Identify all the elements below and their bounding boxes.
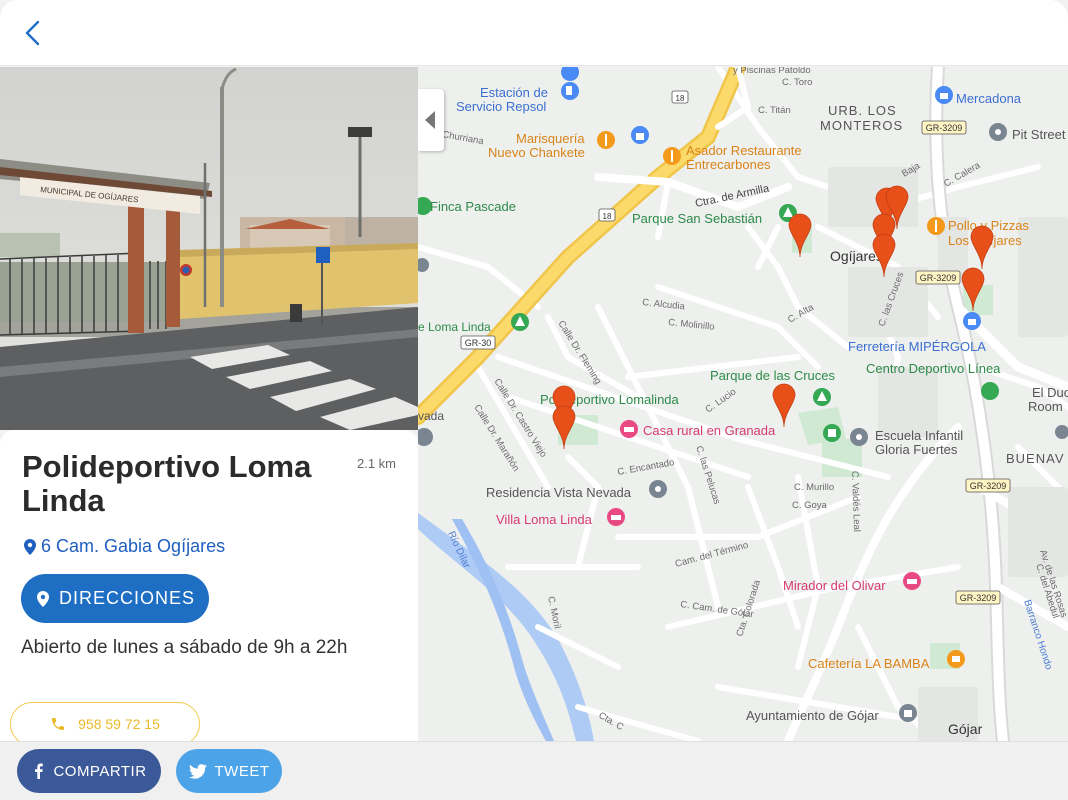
- hotel-poi-icon[interactable]: [620, 420, 638, 438]
- restaurant-poi-icon[interactable]: [927, 217, 945, 235]
- distance-label: 2.1 km: [356, 456, 396, 471]
- area-label: vada: [418, 409, 444, 423]
- svg-text:18: 18: [603, 212, 612, 221]
- directions-label: DIRECCIONES: [58, 588, 195, 608]
- phone-number: 958 59 72 15: [78, 716, 160, 732]
- caret-left-icon: [425, 111, 435, 129]
- svg-text:18: 18: [676, 94, 685, 103]
- facebook-share-button[interactable]: COMPARTIR: [17, 749, 161, 793]
- place-title: Polideportivo Loma Linda: [22, 449, 312, 518]
- poi-label[interactable]: Ferretería MIPÉRGOLA: [848, 339, 986, 354]
- road-shield-gr3209-b: GR-3209: [915, 270, 961, 285]
- poi-label[interactable]: Escuela Infantil: [875, 428, 963, 443]
- poi-label[interactable]: Cafetería LA BAMBA: [808, 656, 930, 671]
- area-label: URB. LOS: [828, 103, 897, 118]
- svg-text:GR-3209: GR-3209: [926, 123, 963, 133]
- cafe-poi-icon[interactable]: [947, 650, 965, 668]
- road-shield-18-b: 18: [598, 208, 616, 222]
- street-label: y Piscinas Patoldo: [733, 67, 811, 76]
- facebook-share-label: COMPARTIR: [53, 762, 147, 780]
- park-poi-icon[interactable]: [511, 313, 529, 331]
- poi-label[interactable]: Ayuntamiento de Gójar: [746, 708, 879, 723]
- svg-text:GR-3209: GR-3209: [920, 273, 957, 283]
- park-label-loma-linda: e Loma Linda: [418, 320, 491, 334]
- street-label: C. Titán: [758, 105, 791, 116]
- share-bar: COMPARTIR TWEET: [0, 741, 1068, 800]
- area-label: BUENAV: [1006, 451, 1065, 466]
- hotel-poi-icon[interactable]: [903, 572, 921, 590]
- street-label: C. Goya: [792, 500, 828, 511]
- street-label: C. Murillo: [794, 482, 834, 493]
- area-label: MONTEROS: [820, 118, 903, 133]
- directions-button[interactable]: DIRECCIONES: [21, 574, 209, 623]
- road-shield-gr3209-c: GR-3209: [965, 478, 1011, 493]
- twitter-share-button[interactable]: TWEET: [176, 749, 282, 793]
- town-hall-poi-icon[interactable]: [899, 704, 917, 722]
- sports-poi-icon[interactable]: [981, 382, 999, 400]
- place-info-card: Polideportivo Loma Linda 2.1 km 6 Cam. G…: [0, 430, 418, 741]
- road-shield-gr3209-a: GR-3209: [921, 120, 967, 135]
- twitter-share-label: TWEET: [214, 762, 270, 780]
- town-label-gojar: Gójar: [948, 721, 983, 737]
- poi-label[interactable]: Mercadona: [956, 91, 1022, 106]
- shopping-poi-icon[interactable]: [935, 86, 953, 104]
- restaurant-poi-icon[interactable]: [663, 147, 681, 165]
- place-photo: MUNICIPAL DE OGÍJARES: [0, 67, 418, 430]
- twitter-bird-icon: [188, 763, 207, 779]
- poi-label[interactable]: Mirador del Olivar: [783, 578, 886, 593]
- poi-label[interactable]: Pit Street: [1012, 127, 1066, 142]
- restaurant-poi-icon[interactable]: [597, 131, 615, 149]
- svg-text:GR-30: GR-30: [465, 338, 492, 348]
- road-shield-18-a: 18: [671, 90, 689, 104]
- road-shield-gr30: GR-30: [460, 335, 496, 350]
- phone-button[interactable]: 958 59 72 15: [10, 702, 200, 741]
- school-poi-icon[interactable]: [823, 424, 841, 442]
- poi-label[interactable]: Casa rural en Granada: [643, 423, 776, 438]
- phone-icon: [52, 718, 65, 730]
- poi-label[interactable]: Villa Loma Linda: [496, 512, 593, 527]
- top-bar: [0, 0, 1068, 66]
- opening-hours: Abierto de lunes a sábado de 9h a 22h: [21, 637, 348, 658]
- poi-label[interactable]: Residencia Vista Nevada: [486, 485, 632, 500]
- collapse-panel-button[interactable]: [418, 89, 444, 151]
- park-poi-icon[interactable]: [813, 388, 831, 406]
- poi-label[interactable]: El Duo: [1032, 385, 1068, 400]
- poi-label[interactable]: Gloria Fuertes: [875, 442, 958, 457]
- poi-label[interactable]: Parque de las Cruces: [710, 368, 836, 383]
- poi-label[interactable]: Parque San Sebastián: [632, 211, 762, 226]
- poi-label[interactable]: Marisquería: [516, 131, 585, 146]
- svg-text:GR-3209: GR-3209: [960, 593, 997, 603]
- svg-text:GR-3209: GR-3209: [970, 481, 1007, 491]
- poi-label[interactable]: Servicio Repsol: [456, 99, 546, 114]
- map-view[interactable]: GR-30 18 18 GR-3209 GR-3209 GR-3209 GR-3…: [418, 67, 1068, 741]
- poi-label[interactable]: Centro Deportivo Línea: [866, 361, 1001, 376]
- shopping-poi-icon[interactable]: [963, 312, 981, 330]
- poi-label[interactable]: Asador Restaurante: [686, 143, 802, 158]
- location-poi-icon[interactable]: [850, 428, 868, 446]
- back-button[interactable]: [18, 16, 50, 50]
- poi-label[interactable]: Entrecarbones: [686, 157, 771, 172]
- location-poi-icon[interactable]: [649, 480, 667, 498]
- location-pin-icon: [36, 590, 49, 607]
- shopping-poi-icon[interactable]: [631, 126, 649, 144]
- poi-label[interactable]: Finca Pascade: [430, 199, 516, 214]
- street-label: C. Valdés Leal: [849, 471, 862, 532]
- chevron-left-icon: [25, 20, 40, 46]
- street-label: C. Toro: [782, 77, 812, 88]
- hotel-poi-icon[interactable]: [607, 508, 625, 526]
- poi-label[interactable]: Room: [1028, 399, 1063, 414]
- address-link[interactable]: 6 Cam. Gabia Ogíjares: [22, 536, 225, 557]
- road-shield-gr3209-d: GR-3209: [955, 590, 1001, 605]
- poi-label[interactable]: Nuevo Chankete: [488, 145, 585, 160]
- location-pin-icon: [24, 538, 36, 555]
- address-text: 6 Cam. Gabia Ogíjares: [41, 536, 226, 556]
- poi-label[interactable]: Estación de: [480, 85, 548, 100]
- location-poi-icon[interactable]: [989, 123, 1007, 141]
- facebook-icon: [35, 763, 44, 779]
